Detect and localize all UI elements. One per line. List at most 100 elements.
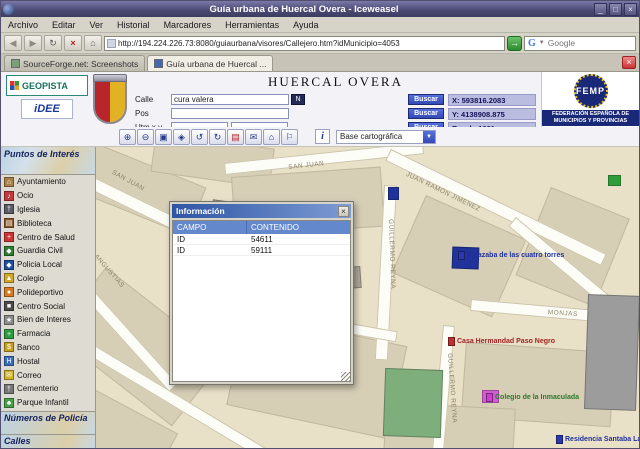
url-bar[interactable] [104, 35, 505, 51]
leisure-icon: ♪ [4, 190, 14, 201]
sidebar-item[interactable]: ✉ Correo [1, 368, 95, 382]
info-table-row[interactable]: ID 54611 [173, 234, 350, 245]
sidebar-item[interactable]: ▲ Colegio [1, 272, 95, 286]
sidebar-item[interactable]: ◆ Guardia Civil [1, 244, 95, 258]
sidebar-item[interactable]: ♪ Ocio [1, 189, 95, 203]
sidebar-item-label: Correo [17, 370, 42, 380]
print-icon[interactable]: ▤ [227, 128, 244, 145]
sidebar-item[interactable]: ● Polideportivo [1, 285, 95, 299]
tab-sourceforge[interactable]: SourceForge.net: Screenshots [4, 55, 146, 71]
sports-icon: ● [4, 287, 14, 298]
close-tab-button[interactable]: × [622, 56, 636, 69]
sidebar-item[interactable]: H Hostal [1, 354, 95, 368]
search-input[interactable] [547, 38, 632, 48]
maximize-button[interactable]: □ [609, 2, 622, 16]
femp-banner: FEDERACIÓN ESPAÑOLA DE MUNICIPIOS Y PROV… [542, 110, 639, 127]
logo-column: GEOPISTA iDEE [1, 72, 93, 127]
sidebar: Puntos de Interés ⌂ Ayuntamiento ♪ Ocio … [1, 147, 96, 448]
social-center-icon: ■ [4, 301, 14, 312]
geopista-logo[interactable]: GEOPISTA [6, 75, 88, 96]
send-map-icon[interactable]: ✉ [245, 128, 262, 145]
reload-button[interactable]: ↻ [44, 35, 62, 51]
heritage-icon: ★ [4, 314, 14, 325]
sidebar-item[interactable]: $ Banco [1, 341, 95, 355]
info-tool-button[interactable]: i [315, 129, 330, 144]
pos-label: Pos [135, 109, 149, 118]
search-box[interactable]: G ▼ [524, 35, 636, 51]
resize-grip[interactable] [341, 372, 350, 381]
chevron-down-icon[interactable]: ▼ [423, 130, 435, 143]
tab-guia-urbana[interactable]: Guía urbana de Huercal ... [147, 55, 274, 71]
pan-icon[interactable]: ◈ [173, 128, 190, 145]
poi-label: Residencia Santaba La Inn [565, 436, 639, 443]
menubar: Archivo Editar Ver Historial Marcadores Herra… [1, 17, 639, 33]
forward-button[interactable]: ▶ [24, 35, 42, 51]
sidebar-item[interactable]: ■ Centro Social [1, 299, 95, 313]
mail-icon: ✉ [4, 370, 14, 381]
buscar-calle-button[interactable]: Buscar [408, 94, 444, 105]
menu-item[interactable]: Historial [110, 20, 157, 30]
sidebar-item-label: Iglesia [17, 204, 41, 214]
sidebar-header-calles[interactable]: Calles [1, 434, 95, 448]
initial-view-icon[interactable]: ⌂ [263, 128, 280, 145]
menu-item[interactable]: Marcadores [157, 20, 219, 30]
menu-item[interactable]: Editar [45, 20, 83, 30]
n-button[interactable]: N [291, 94, 305, 105]
sidebar-item[interactable]: † Cementerio [1, 382, 95, 396]
titlebar[interactable]: Guía urbana de Huercal Overa - Iceweasel… [1, 1, 639, 17]
sidebar-item[interactable]: ◆ Policia Local [1, 258, 95, 272]
search-engine-dropdown-icon[interactable]: ▼ [539, 40, 545, 46]
library-icon: ▤ [4, 218, 14, 229]
sidebar-item[interactable]: + Centro de Salud [1, 230, 95, 244]
back-button[interactable]: ◀ [4, 35, 22, 51]
sidebar-item[interactable]: + Farmacia [1, 327, 95, 341]
info-table-row[interactable]: ID 59111 [173, 245, 350, 256]
measure-icon[interactable]: ⚐ [281, 128, 298, 145]
sidebar-item[interactable]: ★ Bien de Interes [1, 313, 95, 327]
building [608, 175, 621, 186]
sidebar-item-label: Ocio [17, 191, 34, 201]
page-favicon-icon [107, 38, 116, 48]
info-window-titlebar[interactable]: Información × [172, 204, 351, 218]
sidebar-header-numeros-policia[interactable]: Números de Policía [1, 411, 95, 434]
minimize-button[interactable]: _ [594, 2, 607, 16]
sidebar-item[interactable]: ⌂ Ayuntamiento [1, 175, 95, 189]
menu-item[interactable]: Archivo [1, 20, 45, 30]
previous-view-icon[interactable]: ↺ [191, 128, 208, 145]
sidebar-item[interactable]: † Iglesia [1, 203, 95, 217]
go-button[interactable]: → [507, 35, 522, 51]
building [388, 187, 399, 200]
poi-marker-icon [486, 393, 493, 402]
close-button[interactable]: × [624, 2, 637, 16]
coat-of-arms [93, 74, 127, 125]
sidebar-item[interactable]: ▤ Biblioteca [1, 216, 95, 230]
x-coordinate: X: 593816.2083 [448, 93, 536, 106]
sidebar-item-label: Colegio [17, 273, 45, 283]
browser-window: Guía urbana de Huercal Overa - Iceweasel… [0, 0, 640, 449]
poi-label: Alcazaba de las cuatro torres [467, 252, 565, 259]
stop-button[interactable]: × [64, 35, 82, 51]
home-button[interactable]: ⌂ [84, 35, 102, 51]
menu-item[interactable]: Ayuda [286, 20, 325, 30]
poi-marker-icon [448, 337, 455, 346]
menu-item[interactable]: Herramientas [218, 20, 286, 30]
menu-item[interactable]: Ver [83, 20, 111, 30]
zoom-out-icon[interactable]: ⊖ [137, 128, 154, 145]
zoom-in-icon[interactable]: ⊕ [119, 128, 136, 145]
pos-input[interactable] [171, 108, 289, 119]
crest-crown [93, 74, 127, 82]
full-extent-icon[interactable]: ▣ [155, 128, 172, 145]
next-view-icon[interactable]: ↻ [209, 128, 226, 145]
page-title: HUERCAL OVERA [268, 74, 403, 89]
poi-marker-icon [458, 251, 465, 260]
calle-input[interactable] [171, 94, 289, 105]
base-layer-select[interactable]: Base cartográfica ▼ [336, 129, 436, 144]
url-input[interactable] [118, 38, 502, 48]
buscar-pos-button[interactable]: Buscar [408, 108, 444, 119]
idee-logo[interactable]: iDEE [21, 99, 73, 119]
sidebar-header-puntos-interes[interactable]: Puntos de Interés [1, 147, 95, 175]
map-canvas[interactable]: SAN JUAN SAN JUAN JUAN RAMON JIMENEZ GUI… [96, 147, 639, 448]
sidebar-item[interactable]: ♣ Parque Infantil [1, 396, 95, 410]
femp-logo[interactable]: FEMP FEDERACIÓN ESPAÑOLA DE MUNICIPIOS Y… [541, 72, 639, 127]
info-window-close-button[interactable]: × [338, 205, 349, 217]
